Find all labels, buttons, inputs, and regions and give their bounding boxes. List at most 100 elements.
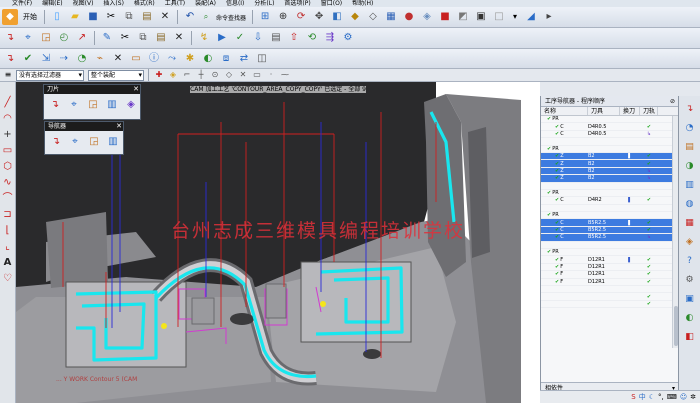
feed-icon[interactable]: ⇢	[56, 51, 72, 67]
table-row[interactable]: ✔ F D12R1 ▌ ✔	[541, 256, 678, 264]
tool-palette[interactable]: 刀片 ✕ ↴ ⌖ ◲ ▥ ◈	[43, 84, 141, 120]
rotate-icon[interactable]: ⟳	[293, 9, 309, 25]
batch-icon[interactable]: ⇶	[322, 30, 338, 46]
table-row[interactable]	[541, 286, 678, 294]
close-icon[interactable]: ✕	[133, 85, 139, 94]
create-operation-icon[interactable]: ↗	[74, 30, 90, 46]
system-icon[interactable]: ▦	[683, 216, 697, 230]
role-icon[interactable]: ◑	[683, 159, 697, 173]
postprocess-icon[interactable]: ⇩	[250, 30, 266, 46]
wireframe-icon[interactable]: ◇	[365, 9, 381, 25]
display-icon[interactable]: ▣	[473, 9, 489, 25]
view-orient-icon[interactable]: ◧	[329, 9, 345, 25]
point-icon[interactable]: ◈	[167, 69, 179, 81]
speed-icon[interactable]: ◔	[74, 51, 90, 67]
column-header[interactable]: 刀轨	[640, 107, 658, 115]
reject-icon[interactable]: ⇲	[38, 51, 54, 67]
create-geometry-icon[interactable]: ◲	[38, 30, 54, 46]
chamfer-icon[interactable]: ⌞	[1, 240, 14, 253]
table-row[interactable]	[541, 242, 678, 250]
web-icon[interactable]: ◍	[683, 197, 697, 211]
section-icon[interactable]: ◩	[455, 9, 471, 25]
table-row[interactable]: ✔ C B5R2.5 ▌ ✔	[541, 219, 678, 227]
output-cls-icon[interactable]: ⇧	[286, 30, 302, 46]
new-icon[interactable]: ▯	[49, 9, 65, 25]
refresh-icon[interactable]: ⟲	[304, 30, 320, 46]
arc-icon[interactable]: ◠	[1, 112, 14, 125]
spline-icon[interactable]: ∿	[1, 176, 14, 189]
copy-object-icon[interactable]: ⧉	[135, 30, 151, 46]
cut-icon[interactable]: ✂	[103, 9, 119, 25]
table-row[interactable]	[541, 138, 678, 146]
settings-icon[interactable]: ✲	[690, 393, 696, 401]
gouge-icon[interactable]: ◐	[200, 51, 216, 67]
open-icon[interactable]: ▰	[67, 9, 83, 25]
tool-library-icon[interactable]: ⚙	[683, 273, 697, 287]
color-icon[interactable]: ●	[401, 9, 417, 25]
end-icon[interactable]: ⌐	[181, 69, 193, 81]
tool-list-icon[interactable]: ▥	[104, 97, 120, 113]
table-row[interactable]: ✔ C B5R2.5 ↳	[541, 234, 678, 242]
roles-icon[interactable]: ◐	[683, 311, 697, 325]
replay-icon[interactable]: ▶	[214, 30, 230, 46]
table-row[interactable]: ✔ F D12R1 ✔	[541, 279, 678, 286]
navigator-icon[interactable]: ↴	[683, 102, 697, 116]
user-icon[interactable]: ☺	[680, 393, 687, 401]
table-row[interactable]: ✔ F D12R1 ✔	[541, 264, 678, 272]
shop-doc-icon[interactable]: ▤	[268, 30, 284, 46]
conic-icon[interactable]: ⌒	[1, 192, 14, 205]
mid-icon[interactable]: ┼	[195, 69, 207, 81]
menu-item[interactable]: 格式(R)	[134, 0, 155, 7]
machine-sim-icon[interactable]: ⚙	[340, 30, 356, 46]
menu-item[interactable]: 帮助(H)	[352, 0, 373, 7]
table-row[interactable]	[541, 205, 678, 213]
moon-icon[interactable]: ☾	[649, 393, 655, 401]
machine-icon[interactable]: ▣	[683, 292, 697, 306]
tool-palette-title[interactable]: 刀片 ✕	[44, 85, 140, 94]
geometry-view-icon[interactable]: ◲	[86, 134, 102, 150]
save-icon[interactable]: ■	[85, 9, 101, 25]
menu-item[interactable]: 文件(F)	[12, 0, 32, 7]
table-row[interactable]: ✔ Z B2 ↳	[541, 167, 678, 176]
verify-icon[interactable]: ✓	[232, 30, 248, 46]
navigator-palette-title[interactable]: 导航器 ✕	[45, 122, 123, 131]
create-program-icon[interactable]: ↴	[2, 30, 18, 46]
fit-icon[interactable]: ⊞	[257, 9, 273, 25]
info-icon[interactable]: ⓘ	[146, 51, 162, 67]
selection-scope-select[interactable]: 整个装配	[88, 69, 144, 81]
table-row[interactable]: ✔ PR	[541, 190, 678, 198]
paste-icon[interactable]: ▤	[139, 9, 155, 25]
menu-item[interactable]: 编辑(E)	[42, 0, 62, 7]
table-row[interactable]: ✔ Z B2 ✔	[541, 160, 678, 168]
quadrant-icon[interactable]: ◇	[223, 69, 235, 81]
create-tool-icon[interactable]: ⌖	[20, 30, 36, 46]
command-finder-icon[interactable]: ⌕	[200, 11, 212, 23]
zoom-icon[interactable]: ⊕	[275, 9, 291, 25]
column-header[interactable]: 换刀	[620, 107, 640, 115]
menu-icon[interactable]: ≡	[2, 69, 14, 81]
ok-icon[interactable]: ↴	[2, 51, 18, 67]
edit-object-icon[interactable]: ✎	[99, 30, 115, 46]
table-row[interactable]	[541, 183, 678, 190]
table-row[interactable]: ✔ C B5R2.5 ✔	[541, 226, 678, 235]
tool-geometry-icon[interactable]: ◲	[85, 97, 101, 113]
paste-object-icon[interactable]: ▤	[153, 30, 169, 46]
undo-icon[interactable]: ↶	[182, 9, 198, 25]
method-view-icon[interactable]: ▥	[105, 134, 121, 150]
tool-method-icon[interactable]: ◈	[123, 97, 139, 113]
palette-icon[interactable]: ▥	[683, 178, 697, 192]
text-icon[interactable]: A	[1, 256, 14, 269]
navigator-palette[interactable]: 导航器 ✕ ↴ ⌖ ◲ ▥	[44, 121, 124, 155]
table-row[interactable]: ✔ C D4R2 ▌ ✔	[541, 197, 678, 205]
menu-item[interactable]: 分析(L)	[254, 0, 274, 7]
table-row[interactable]: ✔ Z B2 ▌ ✔	[541, 152, 678, 161]
ime-icon[interactable]: S	[631, 393, 635, 401]
selection-filter-select[interactable]: 没有选择过滤器	[16, 69, 84, 81]
operation-navigator[interactable]: 工序导航器 - 程序顺序 ⊘ 名称 刀具 换刀 刀轨 ✔ PR ✔ C D4R0.5 ✔ ✔ C D4…	[540, 96, 678, 403]
pan-icon[interactable]: ✥	[311, 9, 327, 25]
transform-icon[interactable]: ⇄	[236, 51, 252, 67]
plus-icon[interactable]: +	[1, 128, 14, 141]
history-icon[interactable]: ◔	[683, 121, 697, 135]
display-icon[interactable]: ◧	[683, 330, 697, 344]
tool-select-icon[interactable]: ⌖	[66, 97, 82, 113]
